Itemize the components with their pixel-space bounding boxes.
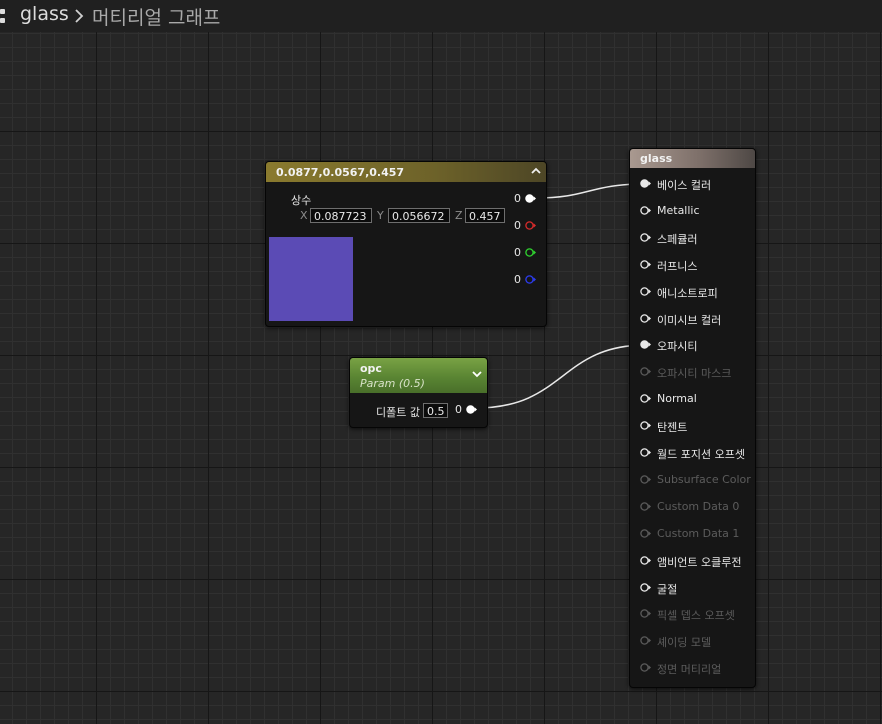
material-input-label: 오파시티	[657, 340, 698, 354]
output-rgb-value: 0	[514, 192, 521, 205]
z-value-field[interactable]: 0.457	[465, 208, 505, 223]
collapse-preview-icon[interactable]	[528, 163, 544, 179]
material-input-pin	[640, 475, 651, 484]
constant3vector-node[interactable]: 0.0877,0.0567,0.457 상수 X 0.087723 Y 0.05…	[265, 161, 547, 327]
material-input-pin[interactable]	[640, 394, 651, 403]
material-input-pin[interactable]	[640, 179, 651, 188]
param-output-value: 0	[455, 403, 462, 416]
breadcrumb-separator-icon	[75, 9, 84, 23]
constant-node-label: 상수	[291, 194, 312, 207]
color-preview-swatch	[269, 237, 353, 321]
breadcrumb-graph-name[interactable]: 머티리얼 그래프	[92, 3, 220, 30]
material-input-pin	[640, 502, 651, 511]
constant-node-header[interactable]: 0.0877,0.0567,0.457	[266, 162, 546, 182]
material-input-pin	[640, 663, 651, 672]
material-input-pin	[640, 636, 651, 646]
material-input-pin[interactable]	[640, 286, 651, 296]
material-input-label: 픽셀 뎁스 오프셋	[657, 609, 735, 623]
output-r-pin[interactable]	[525, 221, 536, 230]
material-input-label: 월드 포지션 오프셋	[657, 448, 745, 461]
material-input-label: 굴절	[657, 582, 678, 596]
graph-menu-icon[interactable]	[0, 9, 6, 25]
material-input-pin[interactable]	[640, 313, 651, 323]
constant-node-title: 0.0877,0.0567,0.457	[276, 166, 405, 179]
material-input-pin[interactable]	[640, 340, 651, 350]
material-input-pin[interactable]	[640, 259, 651, 269]
output-b-value: 0	[514, 273, 521, 286]
default-value-field[interactable]: 0.5	[423, 403, 448, 418]
material-input-label: Custom Data 0	[657, 499, 740, 513]
material-input-label: 정면 머티리얼	[657, 663, 722, 677]
material-input-label: Metallic	[657, 203, 700, 217]
param-output-pin[interactable]	[466, 405, 477, 414]
breadcrumb-asset-name[interactable]: glass	[20, 3, 69, 25]
y-axis-label: Y	[377, 209, 384, 222]
material-node-header[interactable]: glass	[630, 149, 755, 168]
scalar-parameter-node[interactable]: opc Param (0.5) 디폴트 값 0.5 0	[349, 357, 488, 428]
z-axis-label: Z	[455, 209, 463, 222]
material-input-label: 베이스 컬러	[657, 179, 712, 192]
output-r-value: 0	[514, 219, 521, 232]
material-input-pin[interactable]	[640, 582, 651, 592]
material-node-title: glass	[640, 152, 673, 165]
breadcrumb-bar: glass 머티리얼 그래프	[0, 0, 882, 32]
chevron-down-icon[interactable]	[471, 369, 483, 379]
material-input-pin[interactable]	[640, 233, 651, 242]
material-input-pin[interactable]	[640, 555, 651, 565]
param-node-subtitle: Param (0.5)	[360, 377, 425, 390]
material-input-label: Custom Data 1	[657, 526, 740, 540]
material-input-label: 탄젠트	[657, 421, 688, 435]
material-input-pin[interactable]	[640, 206, 651, 215]
material-input-label: 셰이딩 모델	[657, 636, 712, 650]
material-input-label: 스페큘러	[657, 232, 698, 246]
material-input-label: Subsurface Color	[657, 472, 751, 486]
y-value-field[interactable]: 0.056672	[388, 208, 450, 223]
output-g-value: 0	[514, 246, 521, 259]
output-g-pin[interactable]	[525, 248, 536, 257]
material-input-pin	[640, 528, 651, 538]
material-input-pin	[640, 367, 651, 377]
material-input-pin[interactable]	[640, 448, 651, 457]
output-b-pin[interactable]	[525, 275, 536, 284]
material-input-label: 오파시티 마스크	[657, 367, 732, 381]
material-input-label: 애니소트로피	[657, 286, 718, 300]
param-node-title: opc	[360, 362, 382, 375]
material-input-label: 러프니스	[657, 259, 698, 273]
wire-param-to-opacity	[475, 344, 647, 409]
material-input-label: 앰비언트 오클루전	[657, 555, 742, 569]
output-rgb-pin[interactable]	[525, 194, 536, 203]
material-result-node[interactable]: glass 베이스 컬러 Metallic 스페큘러러프니스애니소트로피이미시브 컬…	[629, 148, 756, 688]
default-value-label: 디폴트 값	[376, 406, 420, 419]
material-input-pin	[640, 609, 651, 619]
material-input-label: Normal	[657, 392, 697, 406]
material-input-pin[interactable]	[640, 421, 651, 430]
material-input-label: 이미시브 컬러	[657, 313, 722, 327]
param-node-header[interactable]: opc Param (0.5)	[350, 358, 487, 393]
x-axis-label: X	[300, 209, 308, 222]
x-value-field[interactable]: 0.087723	[310, 208, 372, 223]
